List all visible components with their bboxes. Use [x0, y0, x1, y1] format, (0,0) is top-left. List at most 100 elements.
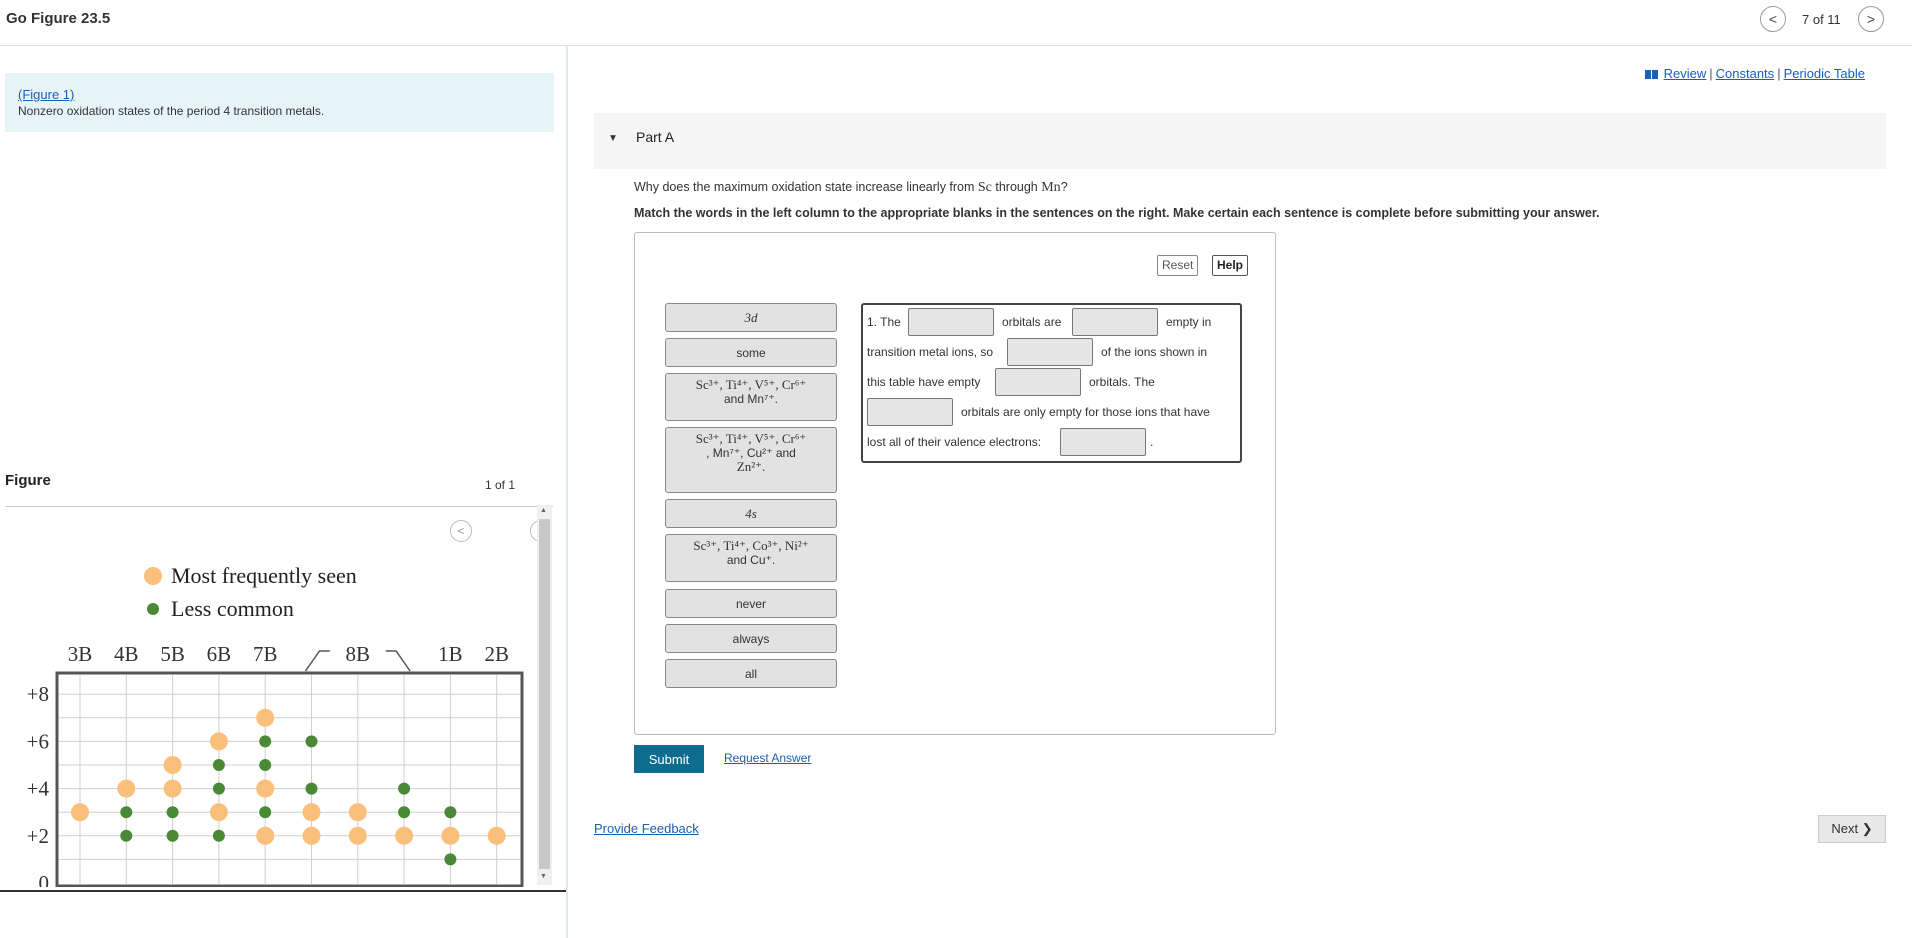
figure-info: (Figure 1) Nonzero oxidation states of t… — [5, 73, 554, 132]
less-common-point — [398, 782, 411, 795]
frequent-point — [209, 803, 228, 822]
blank-6[interactable] — [1060, 428, 1146, 456]
next-button[interactable]: Next ❯ — [1818, 815, 1886, 843]
less-common-point — [212, 829, 225, 842]
less-common-point — [259, 806, 272, 819]
less-common-point — [398, 806, 411, 819]
y-tick-label: +4 — [27, 777, 50, 801]
sentence-text: . — [1150, 435, 1154, 449]
scroll-up-icon[interactable]: ▲ — [540, 507, 547, 514]
frequent-point — [256, 779, 275, 798]
periodic-table-link[interactable]: Periodic Table — [1784, 66, 1865, 81]
submit-button[interactable]: Submit — [634, 745, 704, 773]
chevron-right-icon: ❯ — [1861, 821, 1873, 836]
group-label: 8B — [346, 642, 371, 666]
less-common-point — [212, 782, 225, 795]
group-bracket — [385, 650, 411, 672]
chevron-left-icon: < — [1768, 11, 1778, 27]
instruction-text: Match the words in the left column to th… — [634, 206, 1600, 220]
figure-scrollbar[interactable]: ▲ ▼ — [537, 505, 552, 885]
prev-item-button[interactable]: < — [1760, 6, 1786, 32]
figure-link[interactable]: (Figure 1) — [18, 87, 74, 102]
blank-2[interactable] — [1072, 308, 1158, 336]
frequent-point — [163, 779, 182, 798]
chevron-right-icon: > — [1866, 11, 1876, 27]
legend-marker — [147, 603, 159, 615]
reset-button[interactable]: Reset — [1157, 255, 1199, 276]
group-bracket — [304, 650, 330, 672]
less-common-point — [120, 829, 133, 842]
oxidation-states-chart: Most frequently seen Less common 0 +2 +4 +6 +8… — [27, 563, 524, 919]
less-common-point — [444, 806, 457, 819]
frequent-point — [256, 826, 275, 845]
tile-3d[interactable]: 3d — [665, 303, 837, 332]
sentence-text: transition metal ions, so — [867, 345, 994, 359]
resource-links: Review | Constants | Periodic Table — [1645, 66, 1865, 81]
sentence-text: orbitals are only empty for those ions t… — [961, 405, 1210, 419]
group-label: 6B — [207, 642, 232, 666]
review-link[interactable]: Review — [1664, 66, 1707, 81]
blank-1[interactable] — [908, 308, 994, 336]
sentence-text: of the ions shown in — [1101, 345, 1208, 359]
sentence-text: lost all of their valence electrons: — [867, 435, 1042, 449]
less-common-point — [444, 853, 457, 866]
y-tick-label: +6 — [27, 729, 49, 753]
tile-always[interactable]: always — [665, 624, 837, 653]
tile-ions-sc-to-zn[interactable]: Sc³⁺, Ti⁴⁺, V⁵⁺, Cr⁶⁺ , Mn⁷⁺, Cu²⁺ and Z… — [665, 427, 837, 493]
next-item-button[interactable]: > — [1858, 6, 1884, 32]
top-bar: Go Figure 23.5 < 7 of 11 > — [0, 0, 1912, 46]
frequent-point — [395, 826, 414, 845]
legend-label: Less common — [171, 596, 294, 621]
part-a-label: Part A — [636, 129, 675, 145]
frequent-point — [302, 826, 321, 845]
y-tick-label: +2 — [27, 824, 49, 848]
blank-5[interactable] — [867, 398, 953, 426]
scroll-down-icon[interactable]: ▼ — [540, 873, 547, 880]
y-tick-label: 0 — [39, 871, 50, 887]
tile-never[interactable]: never — [665, 589, 837, 618]
sentence-text: this table have empty — [867, 375, 981, 389]
page-title: Go Figure 23.5 — [6, 10, 111, 27]
frequent-point — [302, 803, 321, 822]
group-label: 7B — [253, 642, 278, 666]
tile-some[interactable]: some — [665, 338, 837, 367]
less-common-point — [259, 735, 272, 748]
tile-ions-sc-to-mn[interactable]: Sc³⁺, Ti⁴⁺, V⁵⁺, Cr⁶⁺ and Mn⁷⁺. — [665, 373, 837, 421]
less-common-point — [259, 759, 272, 771]
legend-label: Most frequently seen — [171, 563, 357, 588]
provide-feedback-link[interactable]: Provide Feedback — [594, 821, 699, 836]
sentence-text: orbitals are — [1002, 315, 1062, 329]
frequent-point — [348, 803, 367, 822]
tile-4s[interactable]: 4s — [665, 499, 837, 528]
group-label: 5B — [160, 642, 185, 666]
constants-link[interactable]: Constants — [1716, 66, 1775, 81]
left-bottom-bar — [0, 890, 566, 892]
part-a-header[interactable]: ▼ Part A — [594, 113, 1886, 169]
frequent-point — [348, 826, 367, 845]
frequent-point — [71, 803, 89, 822]
collapse-triangle-icon[interactable]: ▼ — [608, 133, 618, 144]
item-counter: 7 of 11 — [1802, 12, 1841, 27]
drag-drop-area: Reset Help 3d some Sc³⁺, Ti⁴⁺, V⁵⁺, Cr⁶⁺… — [634, 232, 1276, 735]
frequent-point — [117, 779, 136, 798]
help-button[interactable]: Help — [1212, 255, 1249, 276]
tile-ions-sc-co-ni-cu[interactable]: Sc³⁺, Ti⁴⁺, Co³⁺, Ni²⁺ and Cu⁺. — [665, 534, 837, 582]
link-separator: | — [1777, 66, 1781, 81]
frequent-point — [441, 826, 460, 845]
figure-viewer: Most frequently seen Less common 0 +2 +4 +6 +8… — [5, 506, 553, 919]
figure-heading: Figure — [5, 472, 51, 489]
group-label: 4B — [114, 642, 139, 666]
less-common-point — [166, 806, 179, 819]
tile-all[interactable]: all — [665, 659, 837, 688]
less-common-point — [305, 735, 318, 748]
frequent-point — [487, 826, 506, 845]
sentence-box: 1. The orbitals are empty in transition … — [861, 303, 1242, 463]
blank-3[interactable] — [1007, 338, 1093, 366]
less-common-point — [305, 782, 318, 795]
question-text: Why does the maximum oxidation state inc… — [634, 180, 1068, 195]
blank-4[interactable] — [995, 368, 1081, 396]
sentence-text: empty in — [1166, 315, 1212, 329]
pane-divider[interactable] — [566, 46, 568, 938]
request-answer-link[interactable]: Request Answer — [724, 751, 811, 765]
scrollbar-thumb[interactable] — [539, 519, 550, 869]
